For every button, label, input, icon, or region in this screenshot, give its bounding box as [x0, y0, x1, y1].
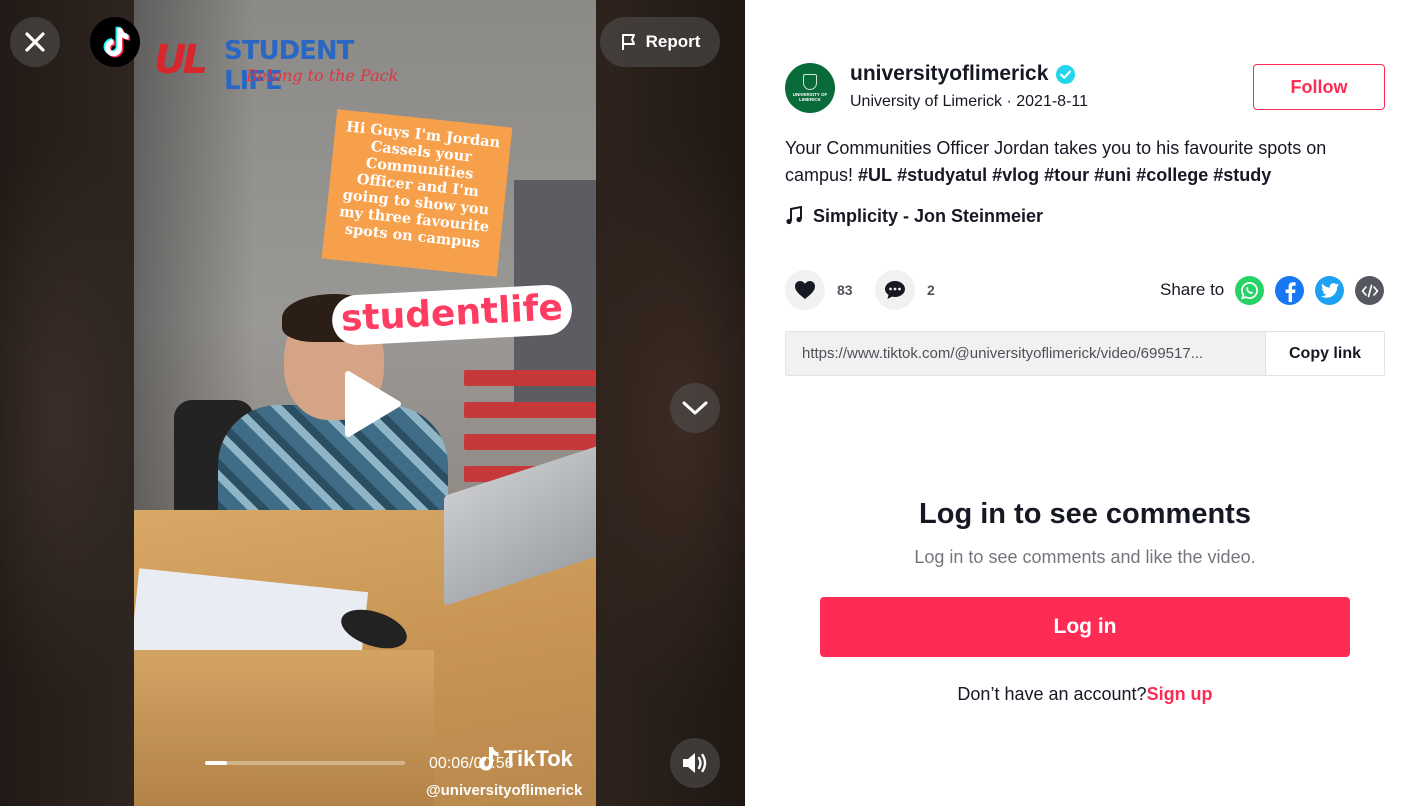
like-count: 83 [837, 282, 853, 298]
hashtag[interactable]: #study [1213, 165, 1271, 185]
share-link-box: https://www.tiktok.com/@universityoflime… [785, 331, 1385, 376]
embed-icon[interactable] [1355, 276, 1384, 305]
author-username-row: universityoflimerick [850, 61, 1076, 87]
tiktok-logo-icon[interactable] [90, 17, 140, 67]
volume-button[interactable] [670, 738, 720, 788]
video-progress-fill [205, 761, 227, 765]
whatsapp-icon[interactable] [1235, 276, 1264, 305]
chevron-down-icon [682, 401, 708, 415]
ul-student-life-logo: UL STUDENT LIFE Belong to the Pack [154, 36, 414, 100]
avatar-text: UNIVERSITY OF LIMERICK [792, 92, 828, 102]
music-link[interactable]: Simplicity - Jon Steinmeier [785, 205, 1043, 227]
hashtag[interactable]: #studyatul [897, 165, 987, 185]
ul-logo-mark: UL [154, 37, 208, 83]
like-stat: 83 [785, 270, 853, 310]
login-prompt-subtitle: Log in to see comments and like the vide… [914, 547, 1256, 567]
login-button[interactable]: Log in [820, 597, 1350, 657]
verified-badge-icon [1056, 64, 1076, 84]
author-subline: University of Limerick · 2021-8-11 [850, 92, 1088, 112]
play-icon[interactable] [340, 368, 404, 440]
report-button[interactable]: Report [600, 17, 720, 67]
video-description: Your Communities Officer Jordan takes yo… [785, 135, 1395, 189]
hashtag[interactable]: #UL [858, 165, 892, 185]
facebook-icon[interactable] [1275, 276, 1304, 305]
follow-button[interactable]: Follow [1253, 64, 1385, 110]
report-label: Report [645, 32, 701, 51]
video-scene-desk-front [134, 650, 434, 806]
close-icon [25, 32, 45, 52]
hashtag[interactable]: #college [1136, 165, 1208, 185]
flag-icon [621, 34, 635, 50]
comment-button[interactable] [875, 270, 915, 310]
watermark-handle: @universityoflimerick [426, 782, 583, 799]
twitter-icon[interactable] [1315, 276, 1344, 305]
volume-icon [683, 753, 707, 773]
time-current: 00:06 [429, 755, 470, 772]
signup-prompt: Don’t have an account?Sign up [745, 683, 1412, 705]
signup-link[interactable]: Sign up [1147, 684, 1213, 704]
video-text-sticker: Hi Guys I'm Jordan Cassels your Communit… [321, 109, 513, 277]
share-link-url[interactable]: https://www.tiktok.com/@universityoflime… [786, 332, 1265, 375]
comment-count: 2 [927, 282, 935, 298]
music-title: Simplicity - Jon Steinmeier [813, 206, 1044, 226]
comment-stat: 2 [875, 270, 935, 310]
hashtag[interactable]: #uni [1094, 165, 1131, 185]
video-progress-bar[interactable] [205, 761, 405, 765]
login-prompt-title: Log in to see comments [919, 498, 1251, 530]
ul-logo-tagline: Belong to the Pack [246, 66, 399, 85]
video-panel: UL STUDENT LIFE Belong to the Pack Hi Gu… [0, 0, 745, 806]
hashtag[interactable]: #vlog [992, 165, 1039, 185]
no-account-text: Don’t have an account? [957, 684, 1147, 704]
video-detail-modal: UL STUDENT LIFE Belong to the Pack Hi Gu… [0, 0, 1412, 806]
hashtag[interactable]: #tour [1044, 165, 1089, 185]
tiktok-note-icon [479, 747, 499, 771]
avatar[interactable]: UNIVERSITY OF LIMERICK [785, 63, 835, 113]
video-info-panel: UNIVERSITY OF LIMERICK universityoflimer… [745, 0, 1412, 806]
author-username[interactable]: universityoflimerick [850, 61, 1048, 87]
post-date: 2021-8-11 [1016, 93, 1089, 110]
like-button[interactable] [785, 270, 825, 310]
heart-icon [795, 281, 815, 299]
watermark-brand: TikTok [504, 746, 573, 771]
author-display-name: University of Limerick [850, 93, 1003, 110]
author-separator: · [1002, 93, 1017, 110]
tiktok-watermark: TikTok [476, 744, 573, 774]
comment-icon [885, 281, 905, 299]
share-label: Share to [1160, 280, 1225, 299]
copy-link-button[interactable]: Copy link [1265, 332, 1384, 375]
crest-icon [803, 74, 817, 90]
next-video-button[interactable] [670, 383, 720, 433]
close-button[interactable] [10, 17, 60, 67]
music-note-icon [786, 206, 802, 225]
